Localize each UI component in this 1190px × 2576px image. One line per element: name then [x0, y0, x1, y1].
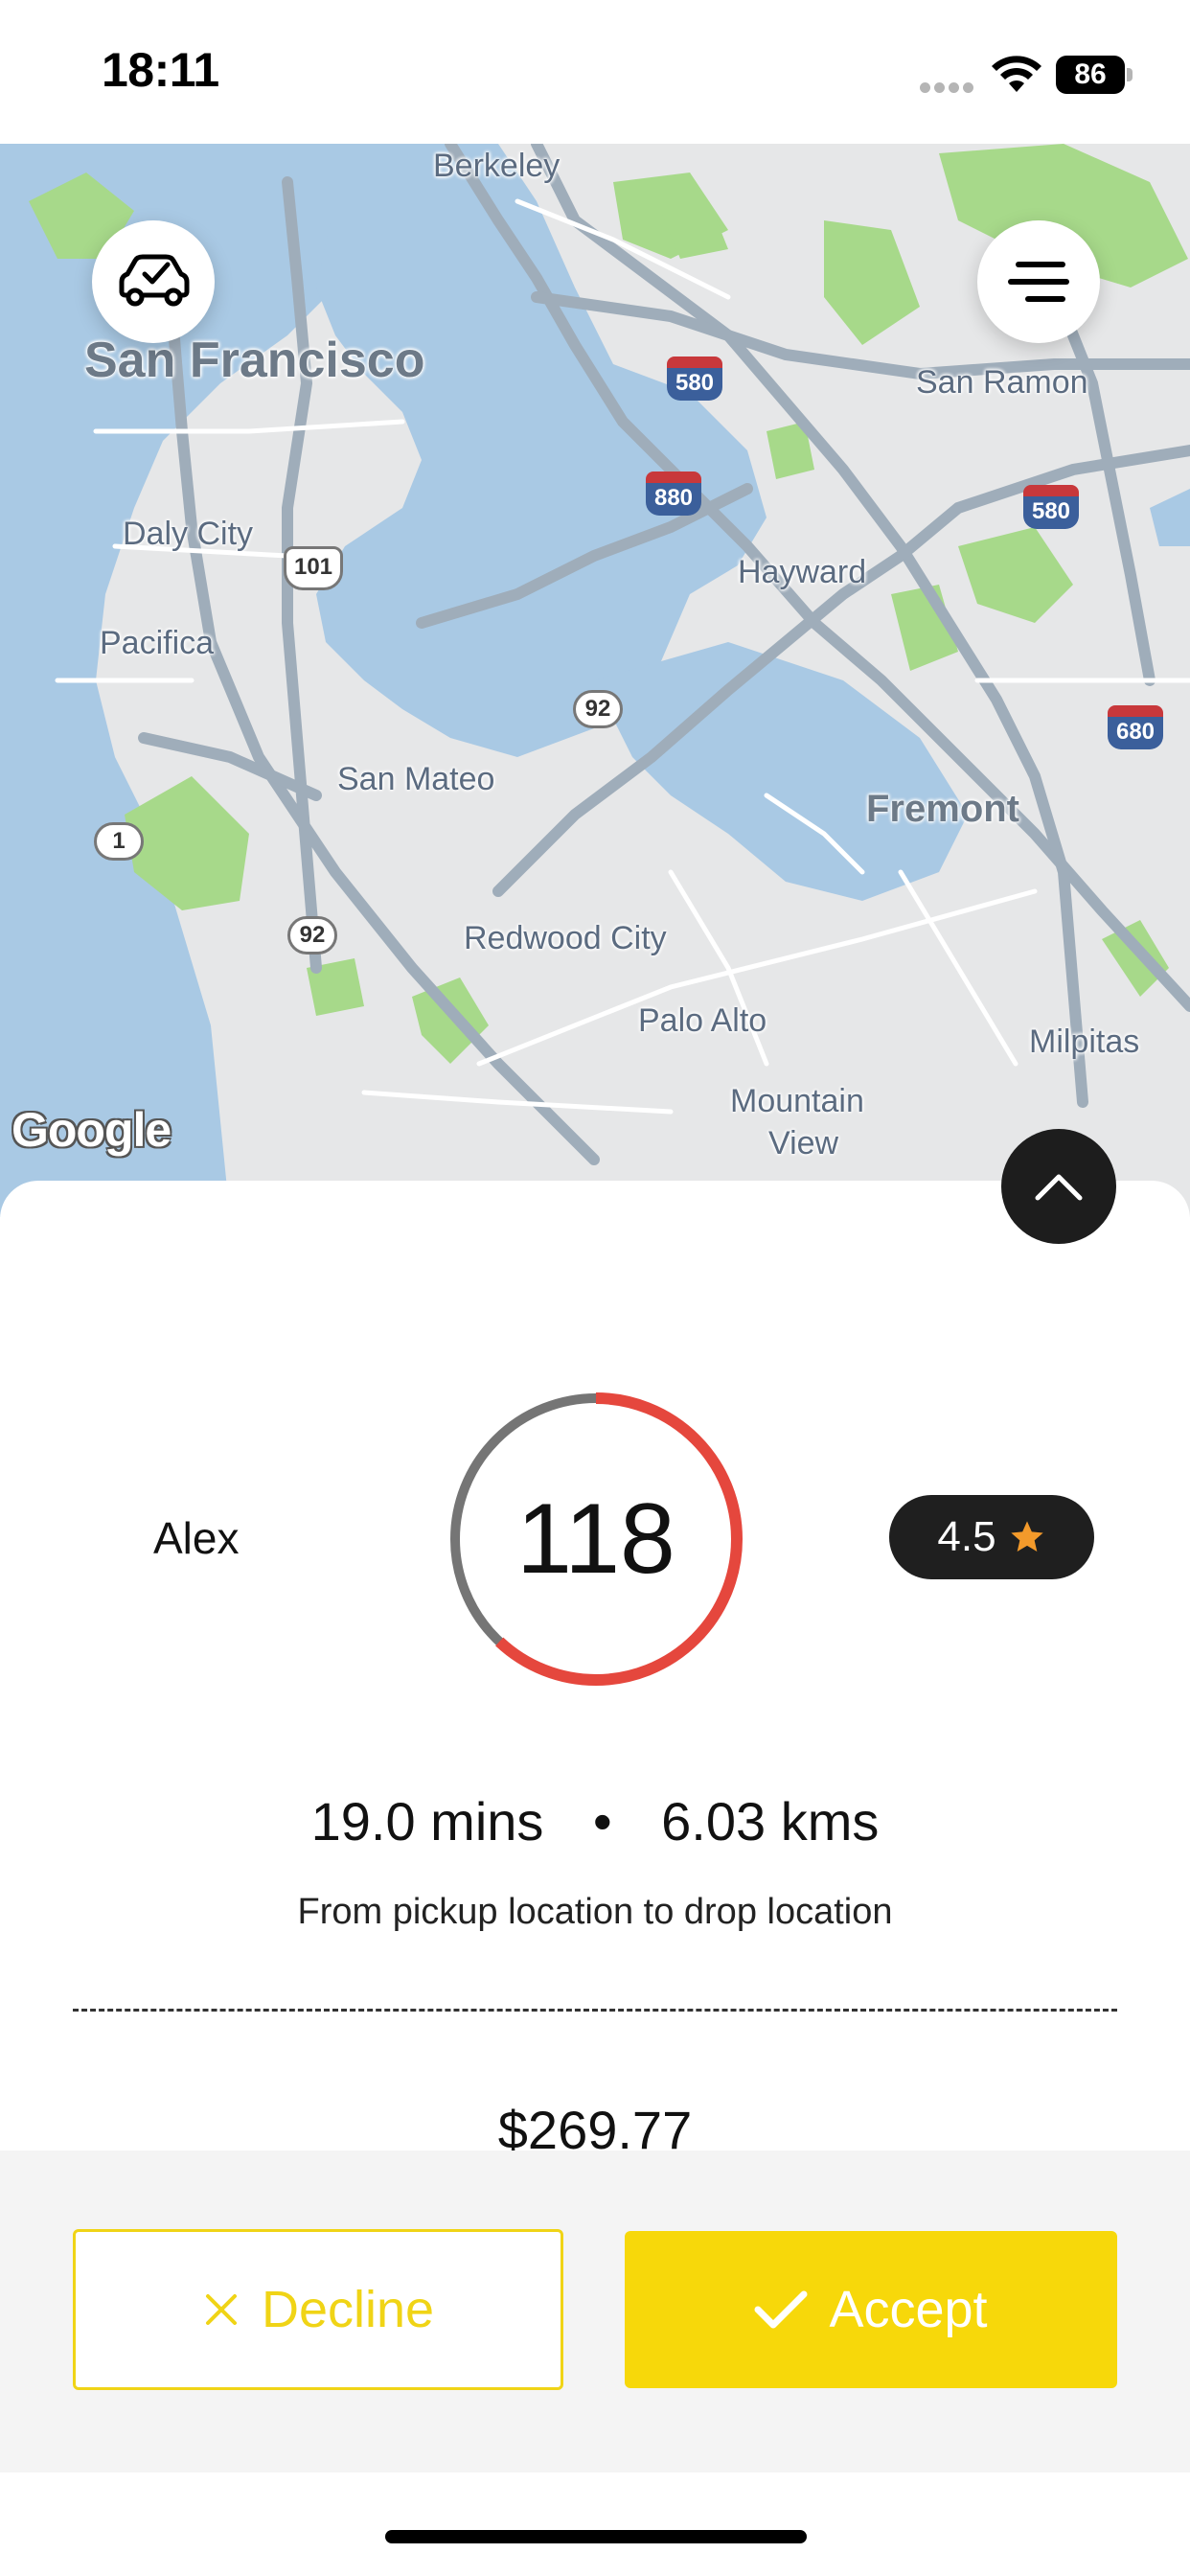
close-icon: [205, 2294, 237, 2325]
map-label-milpitas: Milpitas: [1029, 1024, 1140, 1060]
state-route-shield: 92: [287, 916, 337, 954]
route-description: From pickup location to drop location: [297, 1892, 893, 1932]
interstate-shield: 680: [1108, 705, 1163, 749]
accept-label: Accept: [829, 2281, 988, 2338]
menu-icon: [1008, 262, 1069, 302]
trip-duration: 19.0 mins: [310, 1791, 544, 1852]
state-route-shield: 1: [94, 822, 144, 861]
map-label-mountain-view: Mountain: [730, 1083, 864, 1119]
map-label-redwood-city: Redwood City: [464, 920, 667, 956]
interstate-shield: 580: [1023, 485, 1079, 529]
interstate-shield: 580: [667, 356, 722, 401]
state-route-shield: 92: [573, 690, 623, 728]
menu-button[interactable]: [977, 220, 1100, 343]
map-label-mountain-view-line2: View: [768, 1125, 839, 1162]
map-label-palo-alto: Palo Alto: [638, 1002, 767, 1039]
map-label-pacifica: Pacifica: [100, 625, 215, 661]
wifi-icon: [992, 56, 1041, 92]
map-label-san-ramon: San Ramon: [916, 364, 1088, 401]
trip-distance: 6.03 kms: [661, 1791, 880, 1852]
decline-button[interactable]: Decline: [73, 2229, 563, 2390]
rider-name: Alex: [153, 1513, 240, 1563]
us-route-shield: 101: [284, 546, 343, 590]
car-check-icon: [119, 254, 190, 307]
status-bar: 18:11 86: [0, 0, 1190, 144]
trip-stats: 19.0 mins • 6.03 kms: [0, 1790, 1190, 1852]
battery-icon: 86: [1056, 56, 1133, 94]
map-label-berkeley: Berkeley: [433, 148, 561, 184]
car-status-button[interactable]: [92, 220, 215, 343]
rating-value: 4.5: [937, 1513, 996, 1560]
rating-badge: 4.5: [889, 1495, 1094, 1579]
star-icon: [1010, 1521, 1043, 1552]
score-value: 118: [516, 1484, 675, 1595]
dashed-divider: [73, 2009, 1117, 2012]
decline-label: Decline: [261, 2281, 435, 2338]
cellular-signal-icon: [920, 80, 977, 94]
battery-level: 86: [1056, 56, 1125, 94]
chevron-up-icon: [1035, 1174, 1083, 1201]
map-label-san-mateo: San Mateo: [337, 761, 495, 797]
accept-button[interactable]: Accept: [625, 2231, 1117, 2388]
stats-separator: •: [592, 1791, 612, 1852]
google-attribution: Google: [11, 1103, 172, 1157]
map-label-hayward: Hayward: [738, 554, 867, 590]
map-label-daly-city: Daly City: [123, 516, 254, 552]
home-indicator: [385, 2530, 807, 2543]
interstate-shield: 880: [646, 472, 701, 516]
expand-sheet-button[interactable]: [1001, 1129, 1116, 1244]
check-icon: [754, 2290, 808, 2329]
map-label-fremont: Fremont: [866, 788, 1019, 830]
status-time: 18:11: [102, 43, 219, 97]
